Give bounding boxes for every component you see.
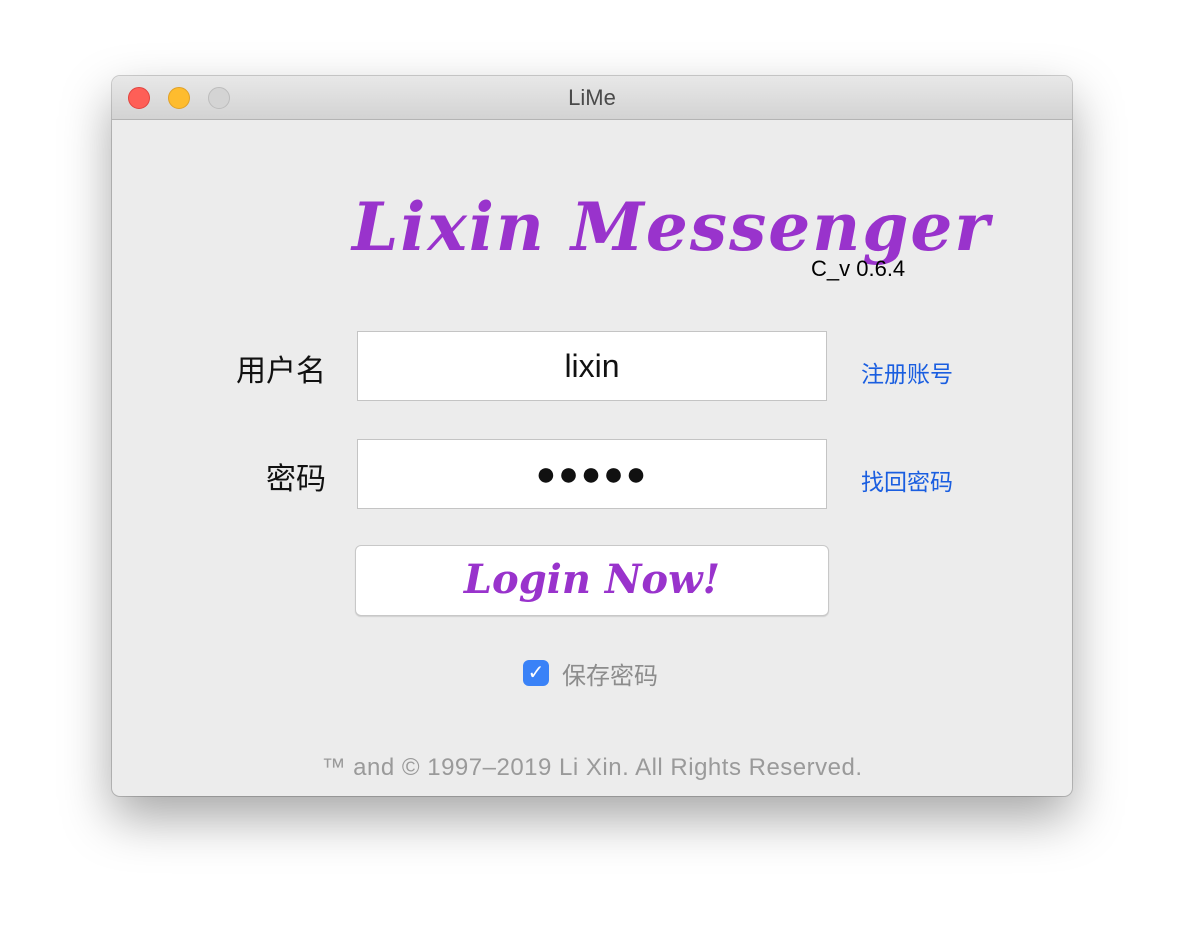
login-button[interactable]: Login Now! <box>355 545 829 616</box>
forgot-password-link[interactable]: 找回密码 <box>861 463 953 497</box>
username-input[interactable]: lixin <box>357 331 827 401</box>
save-password-label[interactable]: 保存密码 <box>562 656 658 691</box>
app-logo: Lixin Messenger <box>352 188 992 266</box>
title-bar[interactable]: LiMe <box>112 76 1072 120</box>
window-title: LiMe <box>568 85 616 110</box>
version-label: C_v 0.6.4 <box>811 256 906 281</box>
save-password-checkbox[interactable]: ✓ <box>523 660 549 686</box>
password-input[interactable]: ●●●●● <box>357 439 827 509</box>
register-link[interactable]: 注册账号 <box>861 355 953 389</box>
username-label: 用户名 <box>236 355 326 388</box>
password-label: 密码 <box>266 463 326 496</box>
login-window: LiMe Lixin Messenger C_v 0.6.4 用户名 lixin… <box>112 76 1072 796</box>
copyright-footer: ™ and © 1997–2019 Li Xin. All Rights Res… <box>321 754 863 781</box>
